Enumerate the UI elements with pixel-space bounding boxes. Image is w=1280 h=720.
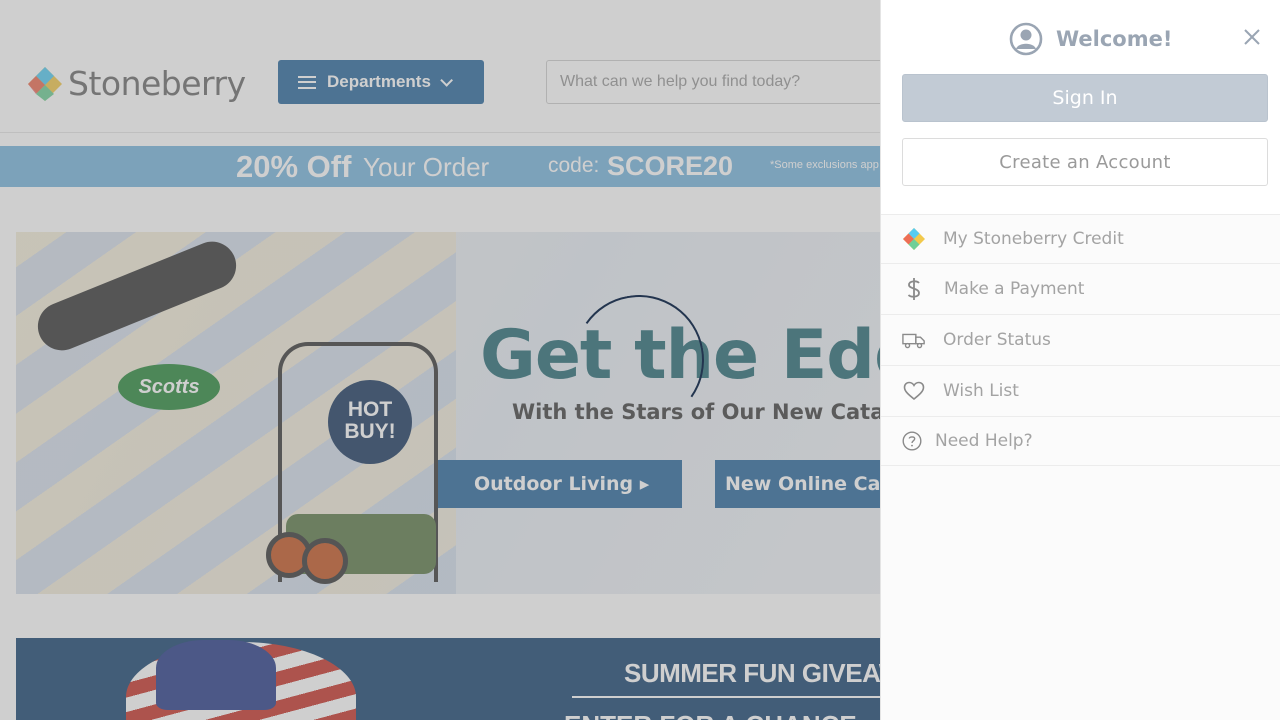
menu-item-label: Wish List bbox=[943, 381, 1019, 401]
welcome-text: Welcome! bbox=[1056, 27, 1173, 51]
menu-item-need-help[interactable]: Need Help? bbox=[881, 416, 1280, 466]
menu-item-label: Order Status bbox=[943, 330, 1051, 350]
menu-item-label: Need Help? bbox=[935, 431, 1033, 451]
menu-item-stoneberry-credit[interactable]: My Stoneberry Credit bbox=[881, 214, 1280, 263]
menu-item-order-status[interactable]: Order Status bbox=[881, 314, 1280, 365]
question-icon bbox=[902, 429, 922, 453]
account-drawer: Welcome! Sign In Create an Account My St… bbox=[880, 0, 1280, 720]
menu-item-label: My Stoneberry Credit bbox=[943, 229, 1124, 249]
heart-icon bbox=[902, 379, 926, 403]
create-account-button[interactable]: Create an Account bbox=[902, 138, 1268, 186]
user-avatar-icon bbox=[1009, 22, 1043, 56]
account-menu: My Stoneberry Credit Make a Payment Orde… bbox=[881, 214, 1280, 466]
welcome-heading: Welcome! bbox=[1009, 22, 1172, 56]
close-icon[interactable] bbox=[1243, 28, 1261, 46]
sign-in-button[interactable]: Sign In bbox=[902, 74, 1268, 122]
menu-item-make-payment[interactable]: Make a Payment bbox=[881, 263, 1280, 314]
menu-item-label: Make a Payment bbox=[944, 279, 1085, 299]
stoneberry-logo-icon bbox=[902, 227, 926, 251]
dollar-icon bbox=[902, 277, 926, 301]
drawer-header: Welcome! Sign In Create an Account bbox=[881, 0, 1280, 214]
truck-icon bbox=[902, 328, 926, 352]
menu-item-wish-list[interactable]: Wish List bbox=[881, 365, 1280, 416]
